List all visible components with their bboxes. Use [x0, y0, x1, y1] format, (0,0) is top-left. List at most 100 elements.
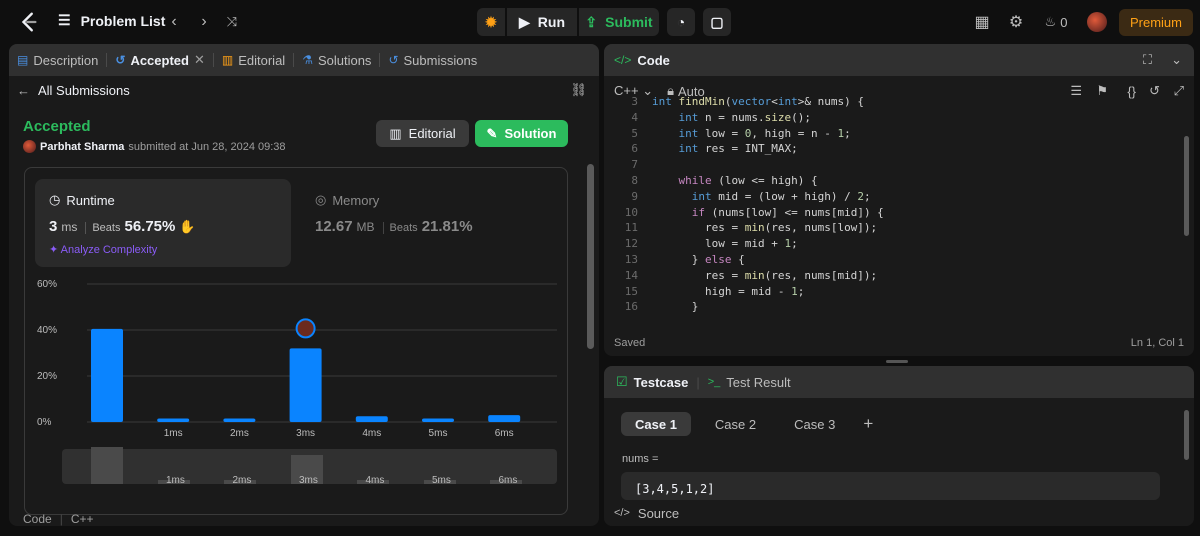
submitted-by: Parbhat Sharma submitted at Jun 28, 2024… — [23, 140, 286, 153]
code-scrollbar[interactable] — [1182, 106, 1190, 326]
testcase-scrollbar[interactable] — [1182, 404, 1190, 500]
close-tab-icon[interactable]: ✕ — [194, 52, 205, 68]
line-number: 5 — [631, 126, 638, 140]
code-line[interactable]: low = mid + 1; — [652, 237, 798, 250]
analyze-complexity-link[interactable]: ✦ Analyze Complexity — [49, 243, 157, 256]
runtime-card[interactable]: ◷ Runtime 3 ms Beats 56.75% ✋ ✦ Analyze … — [35, 179, 291, 267]
case-1-tab[interactable]: Case 1 — [621, 412, 691, 436]
all-submissions-bar: ← All Submissions ⛓ — [9, 76, 599, 104]
action-bar: ✹ ▶ Run ⇪ Submit ◔ ▢ — [477, 8, 731, 36]
left-scrollbar[interactable] — [585, 104, 595, 524]
source-toggle[interactable]: </> Source — [604, 500, 1194, 526]
nums-input[interactable]: [3,4,5,1,2] — [621, 472, 1160, 500]
mini-range-chart[interactable]: 1ms 2ms 3ms 4ms 5ms 6ms — [62, 446, 557, 486]
code-line[interactable]: high = mid - 1; — [652, 285, 804, 298]
description-icon: ▤ — [17, 53, 29, 67]
problem-list-button[interactable]: ☰ Problem List — [58, 12, 165, 29]
history-icon: ↺ — [115, 53, 126, 67]
tab-accepted[interactable]: ↺ Accepted ✕ — [107, 52, 213, 68]
runtime-value: 3 ms Beats 56.75% ✋ — [49, 218, 196, 235]
reset-icon[interactable]: ↺ — [1149, 83, 1160, 99]
braces-icon[interactable]: {} — [1127, 84, 1136, 99]
runtime-bar[interactable] — [157, 418, 190, 422]
editorial-button[interactable]: ▥ Editorial — [376, 120, 469, 147]
solution-button[interactable]: ✎ Solution — [475, 120, 568, 147]
tab-editorial[interactable]: ▥ Editorial — [214, 53, 293, 68]
code-editor[interactable]: 3 int findMin(vector<int>& nums) {4 int n… — [604, 95, 1194, 322]
case-2-tab[interactable]: Case 2 — [701, 412, 770, 436]
line-number: 15 — [624, 284, 638, 298]
book-icon: ▥ — [389, 125, 402, 141]
tab-submissions[interactable]: ↺ Submissions — [380, 53, 485, 68]
runtime-distribution-chart: 60% 40% 20% 0% 1ms 2ms 3ms 4ms 5ms 6ms — [37, 279, 557, 439]
runtime-bar[interactable] — [223, 418, 256, 422]
memory-chip-icon: ◎ — [315, 192, 327, 207]
run-button[interactable]: ▶ Run — [507, 8, 577, 36]
tab-testcase[interactable]: Testcase — [634, 375, 689, 390]
more-options-icon[interactable]: ⌄ — [1171, 52, 1182, 68]
bookmark-icon[interactable]: ⚑ — [1096, 83, 1108, 99]
list-icon: ☰ — [58, 12, 71, 28]
submit-button[interactable]: ⇪ Submit — [579, 8, 659, 36]
case-3-tab[interactable]: Case 3 — [780, 412, 849, 436]
premium-button[interactable]: Premium — [1119, 9, 1193, 36]
memory-title[interactable]: ◎ Memory — [315, 192, 379, 208]
code-line[interactable]: res = min(res, nums[mid]); — [652, 269, 877, 282]
code-line[interactable]: int n = nums.size(); — [652, 111, 811, 124]
book-icon: ▥ — [221, 53, 234, 67]
code-line[interactable]: } else { — [652, 253, 745, 266]
leetcode-logo-icon[interactable] — [18, 11, 40, 33]
mini-bar — [91, 446, 123, 484]
notes-icon[interactable]: ▢ — [703, 8, 731, 36]
line-number: 3 — [631, 95, 638, 108]
back-arrow-icon[interactable]: ← — [17, 83, 30, 98]
debug-icon[interactable]: ✹ — [477, 8, 505, 36]
streak-counter[interactable]: ♨ 0 — [1040, 12, 1072, 32]
tab-test-result[interactable]: Test Result — [726, 375, 790, 390]
code-status-bar: Saved Ln 1, Col 1 — [614, 337, 1184, 349]
sparkle-icon: ✦ — [49, 244, 59, 256]
code-footer: Code | C++ — [23, 512, 94, 526]
play-icon: ▶ — [519, 13, 530, 30]
format-icon[interactable]: ☰ — [1070, 83, 1082, 99]
tab-solutions[interactable]: ⚗ Solutions — [294, 53, 379, 68]
settings-gear-icon[interactable]: ⚙ — [1006, 12, 1026, 32]
code-line[interactable]: int findMin(vector<int>& nums) { — [652, 95, 864, 108]
tab-description[interactable]: ▤ Description — [9, 53, 106, 68]
code-line[interactable]: while (low <= high) { — [652, 174, 818, 187]
runtime-bar[interactable] — [355, 416, 388, 422]
code-line[interactable]: int res = INT_MAX; — [652, 142, 798, 155]
code-line[interactable]: int low = 0, high = n - 1; — [652, 127, 851, 140]
runtime-bar[interactable] — [289, 348, 322, 422]
code-line[interactable]: if (nums[low] <= nums[mid]) { — [652, 206, 884, 219]
line-number: 8 — [631, 174, 638, 187]
user-avatar[interactable] — [1087, 12, 1107, 32]
x-tick-label: 5ms — [429, 428, 448, 439]
username-link[interactable]: Parbhat Sharma — [40, 141, 124, 153]
runtime-bar[interactable] — [422, 418, 454, 422]
code-line[interactable]: int mid = (low + high) / 2; — [652, 190, 871, 203]
timer-icon[interactable]: ◔ — [667, 8, 695, 36]
maximize-icon[interactable]: ⛶ — [1143, 52, 1152, 68]
history-icon: ↺ — [388, 53, 399, 67]
next-problem-icon[interactable]: › — [194, 12, 214, 32]
line-number: 12 — [624, 237, 638, 251]
runtime-bar[interactable] — [488, 415, 521, 422]
add-case-button[interactable]: + — [859, 412, 877, 436]
code-line[interactable]: } — [652, 300, 699, 313]
layout-icon[interactable]: ▦ — [972, 12, 992, 32]
fullscreen-icon[interactable]: ⤢ — [1174, 83, 1184, 99]
runtime-bar[interactable] — [91, 328, 123, 422]
link-icon[interactable]: ⛓ — [570, 82, 587, 98]
flask-icon: ⚗ — [302, 53, 313, 67]
testcase-tab-bar: ☑ Testcase | >_ Test Result — [604, 366, 1194, 398]
prev-problem-icon[interactable]: ‹ — [164, 12, 184, 32]
shuffle-icon[interactable]: ⤨ — [222, 12, 242, 32]
code-line[interactable]: res = min(res, nums[low]); — [652, 221, 877, 234]
memory-value: 12.67 MB Beats 21.81% — [315, 218, 473, 235]
y-tick-label: 0% — [37, 417, 52, 428]
line-number: 6 — [631, 142, 638, 156]
horizontal-resize-handle[interactable] — [886, 360, 908, 363]
all-submissions-link[interactable]: All Submissions — [38, 83, 130, 98]
code-icon: </> — [614, 53, 632, 67]
